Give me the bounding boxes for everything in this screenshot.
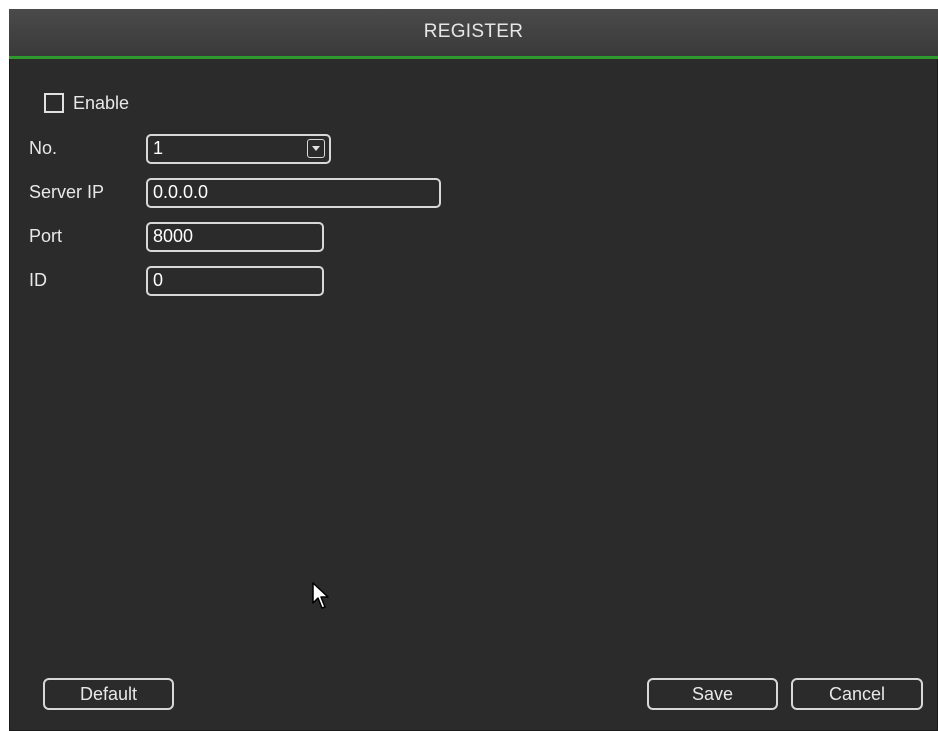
save-button[interactable]: Save	[647, 678, 778, 710]
enable-label: Enable	[73, 93, 130, 113]
port-label: Port	[29, 226, 63, 246]
server-ip-input[interactable]: 0.0.0.0	[146, 178, 441, 208]
register-dialog: REGISTER Enable No. 1 Server IP 0.0.0.0 …	[9, 9, 938, 731]
default-button[interactable]: Default	[43, 678, 174, 710]
no-select[interactable]: 1	[146, 134, 331, 164]
title-divider	[9, 56, 938, 59]
id-input[interactable]: 0	[146, 266, 324, 296]
server-ip-label: Server IP	[29, 182, 105, 202]
cancel-button[interactable]: Cancel	[791, 678, 923, 710]
mouse-pointer-icon	[312, 582, 329, 609]
no-select-value: 1	[153, 138, 164, 158]
dialog-title: REGISTER	[9, 9, 938, 56]
id-label: ID	[29, 270, 47, 290]
no-label: No.	[29, 138, 58, 158]
chevron-down-icon[interactable]	[307, 139, 325, 158]
port-input[interactable]: 8000	[146, 222, 324, 252]
enable-checkbox[interactable]	[44, 93, 64, 113]
